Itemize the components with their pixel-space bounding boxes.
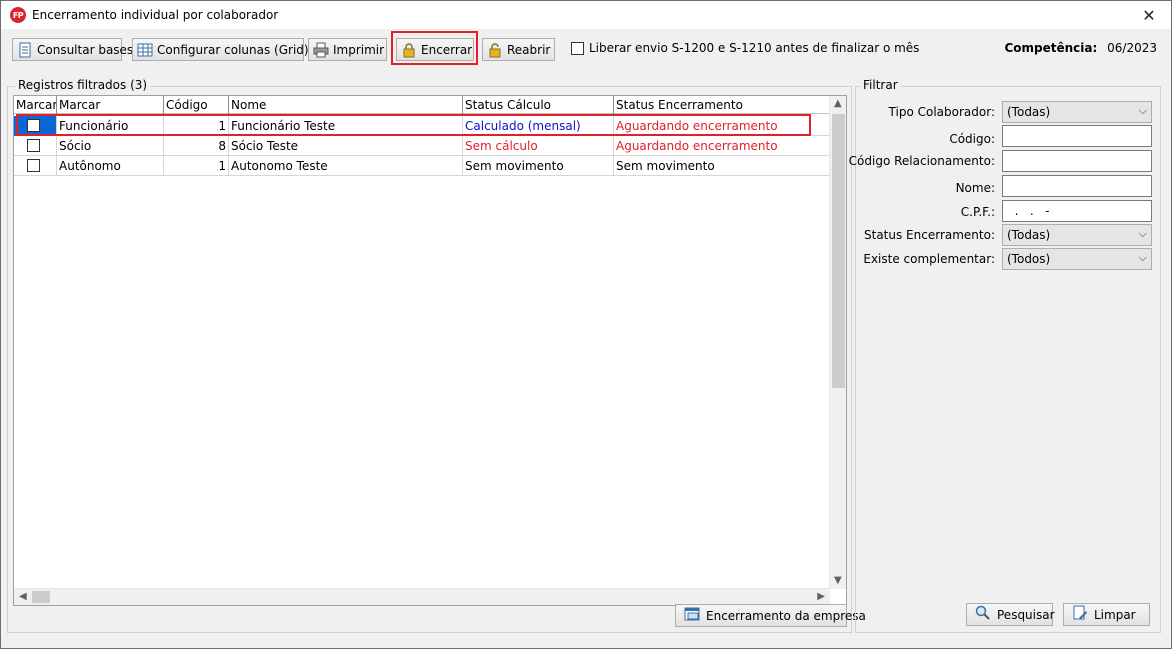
nome-input[interactable]	[1002, 175, 1152, 197]
cell-nome: Sócio Teste	[229, 136, 463, 156]
column-header-status-calculo[interactable]: Status Cálculo	[463, 96, 614, 114]
configurar-colunas-label: Configurar colunas (Grid)	[157, 42, 309, 57]
chevron-down-icon: ⌵	[1138, 104, 1147, 117]
row-checkbox-cell[interactable]	[14, 156, 57, 176]
encerramento-empresa-button[interactable]: Encerramento da empresa	[675, 604, 866, 627]
codigo-relacionamento-label: Código Relacionamento:	[848, 154, 995, 168]
title-bar: FP Encerramento individual por colaborad…	[1, 1, 1171, 29]
chevron-down-icon: ⌵	[1138, 227, 1147, 240]
registros-group-label: Registros filtrados (3)	[15, 78, 151, 92]
scroll-up-arrow-icon[interactable]: ▲	[834, 98, 842, 109]
cell-status-calculo: Sem movimento	[463, 156, 614, 176]
existe-complementar-value: (Todos)	[1007, 252, 1051, 266]
tipo-colaborador-select[interactable]: (Todas) ⌵	[1002, 101, 1152, 123]
competencia-value: 06/2023	[1107, 41, 1157, 55]
tipo-colaborador-value: (Todas)	[1007, 105, 1051, 119]
configurar-colunas-button[interactable]: Configurar colunas (Grid)	[132, 38, 309, 61]
table-row[interactable]: Sócio 8 Sócio Teste Sem cálculo Aguardan…	[14, 136, 830, 156]
column-header-codigo[interactable]: Código	[164, 96, 229, 114]
status-encerramento-select[interactable]: (Todas) ⌵	[1002, 224, 1152, 246]
table-row[interactable]: Autônomo 1 Autonomo Teste Sem movimento …	[14, 156, 830, 176]
status-encerramento-value: (Todas)	[1007, 228, 1051, 242]
cell-nome: Autonomo Teste	[229, 156, 463, 176]
consultar-bases-label: Consultar bases	[37, 42, 134, 57]
consultar-bases-button[interactable]: Consultar bases	[12, 38, 133, 61]
grid-icon	[137, 42, 153, 58]
existe-complementar-label: Existe complementar:	[863, 252, 995, 266]
pesquisar-button[interactable]: Pesquisar	[966, 603, 1055, 626]
grid-header: Marcar Marcar Código Nome Status Cálculo…	[14, 96, 830, 114]
row-checkbox-cell[interactable]	[14, 136, 57, 156]
printer-icon	[313, 42, 329, 58]
reabrir-button[interactable]: Reabrir	[482, 38, 555, 61]
liberar-envio-checkbox[interactable]	[571, 41, 584, 55]
cell-tipo: Sócio	[57, 136, 164, 156]
search-icon	[975, 605, 991, 624]
chevron-down-icon: ⌵	[1138, 251, 1147, 264]
pesquisar-label: Pesquisar	[997, 607, 1055, 622]
codigo-input[interactable]	[1002, 125, 1152, 147]
column-header-status-encerramento[interactable]: Status Encerramento	[614, 96, 830, 114]
codigo-label: Código:	[949, 132, 995, 146]
cpf-label: C.P.F.:	[960, 205, 995, 219]
column-header-marcar[interactable]: Marcar	[57, 96, 164, 114]
window-title: Encerramento individual por colaborador	[32, 8, 279, 22]
document-icon	[17, 42, 33, 58]
existe-complementar-select[interactable]: (Todos) ⌵	[1002, 248, 1152, 270]
reabrir-label: Reabrir	[507, 42, 551, 57]
cell-status-encerramento: Aguardando encerramento	[616, 139, 778, 153]
limpar-button[interactable]: Limpar	[1063, 603, 1150, 626]
codigo-relacionamento-input[interactable]	[1002, 150, 1152, 172]
cell-codigo: 8	[164, 136, 229, 156]
horizontal-scrollbar[interactable]: ◀ ▶	[14, 588, 830, 605]
column-header-marcar-check[interactable]: Marcar	[14, 96, 57, 114]
nome-label: Nome:	[955, 181, 995, 195]
encerrar-highlight-box	[391, 31, 478, 65]
imprimir-button[interactable]: Imprimir	[308, 38, 387, 61]
vertical-scrollbar[interactable]: ▲ ▼	[829, 96, 846, 589]
liberar-envio-option[interactable]: Liberar envio S-1200 e S-1210 antes de f…	[571, 41, 919, 55]
cpf-input[interactable]: . . -	[1002, 200, 1152, 222]
status-encerramento-label: Status Encerramento:	[864, 228, 995, 242]
eraser-icon	[1072, 605, 1088, 624]
cell-status-calculo: Sem cálculo	[463, 136, 614, 156]
scroll-down-arrow-icon[interactable]: ▼	[834, 575, 842, 586]
cell-status-encerramento: Sem movimento	[616, 159, 715, 173]
row-highlight-box	[16, 114, 811, 136]
imprimir-label: Imprimir	[333, 42, 385, 57]
scroll-left-arrow-icon[interactable]: ◀	[19, 591, 27, 602]
window: FP Encerramento individual por colaborad…	[0, 0, 1172, 649]
encerramento-empresa-label: Encerramento da empresa	[706, 608, 866, 623]
app-logo-icon: FP	[10, 7, 26, 23]
vertical-scroll-thumb[interactable]	[832, 114, 845, 388]
unlock-icon	[487, 42, 503, 58]
limpar-label: Limpar	[1094, 607, 1136, 622]
competencia: Competência: 06/2023	[1004, 41, 1157, 55]
window-icon	[684, 607, 700, 624]
horizontal-scroll-thumb[interactable]	[32, 591, 50, 603]
cell-tipo: Autônomo	[57, 156, 164, 176]
registros-grid: Marcar Marcar Código Nome Status Cálculo…	[13, 95, 847, 606]
column-header-nome[interactable]: Nome	[229, 96, 463, 114]
competencia-label: Competência:	[1004, 41, 1098, 55]
row-checkbox[interactable]	[27, 139, 40, 152]
tipo-colaborador-label: Tipo Colaborador:	[888, 105, 995, 119]
cell-codigo: 1	[164, 156, 229, 176]
close-button[interactable]: ✕	[1127, 1, 1171, 29]
filtrar-group-label: Filtrar	[860, 78, 901, 92]
row-checkbox[interactable]	[27, 159, 40, 172]
liberar-envio-label: Liberar envio S-1200 e S-1210 antes de f…	[589, 41, 920, 55]
scroll-right-arrow-icon[interactable]: ▶	[817, 591, 825, 602]
